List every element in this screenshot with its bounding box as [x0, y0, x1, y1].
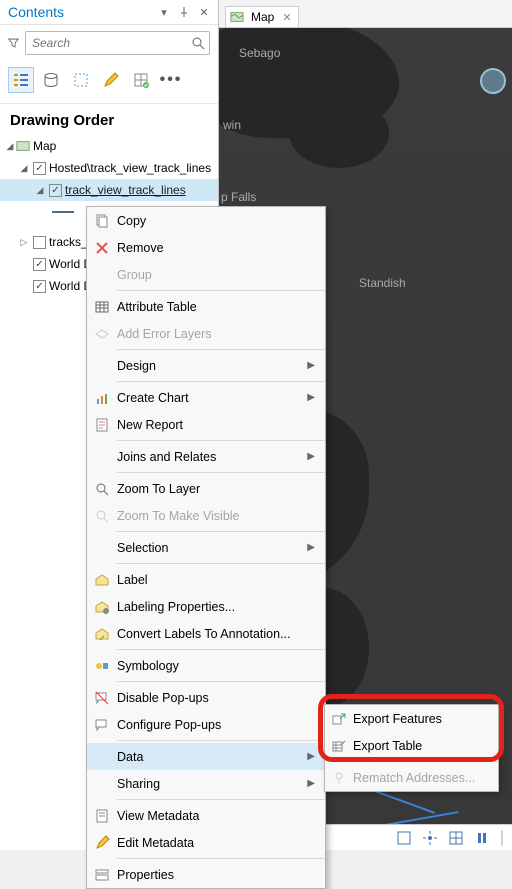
- list-by-drawing-order[interactable]: [8, 67, 34, 93]
- section-title: Drawing Order: [0, 104, 218, 135]
- ctx-new-report[interactable]: New Report: [87, 411, 325, 438]
- ctx-properties[interactable]: Properties: [87, 861, 325, 888]
- ctx-group: Group: [87, 261, 325, 288]
- ctx-symbology[interactable]: Symbology: [87, 652, 325, 679]
- tree-label: Hosted\track_view_track_lines: [49, 161, 211, 175]
- ctx-design[interactable]: Design▶: [87, 352, 325, 379]
- panel-header: Contents ▾ ✕: [0, 0, 218, 25]
- ctx-sharing[interactable]: Sharing▶: [87, 770, 325, 797]
- panel-title: Contents: [8, 4, 152, 20]
- tree-selected-layer[interactable]: ◢ track_view_track_lines: [0, 179, 218, 201]
- pin-icon[interactable]: [176, 4, 192, 20]
- view-toolbar: •••: [0, 61, 218, 104]
- tree-map[interactable]: ◢ Map: [0, 135, 218, 157]
- checkbox[interactable]: [33, 236, 46, 249]
- search-icon[interactable]: [191, 36, 205, 50]
- map-label-standish: Standish: [359, 276, 406, 290]
- ctx-configure-popups[interactable]: Configure Pop-ups: [87, 711, 325, 738]
- ctx-label[interactable]: Label: [87, 566, 325, 593]
- ctx-create-chart[interactable]: Create Chart▶: [87, 384, 325, 411]
- ctx-view-meta[interactable]: View Metadata: [87, 802, 325, 829]
- tree-hosted[interactable]: ◢ Hosted\track_view_track_lines: [0, 157, 218, 179]
- list-by-editing[interactable]: [98, 67, 124, 93]
- ctx-disable-popups[interactable]: Disable Pop-ups: [87, 684, 325, 711]
- grid-icon[interactable]: [448, 830, 464, 846]
- ctx-remove[interactable]: Remove: [87, 234, 325, 261]
- tab-bar: Map ✕: [219, 0, 512, 28]
- ctx-labeling-props[interactable]: Labeling Properties...: [87, 593, 325, 620]
- sub-rematch: Rematch Addresses...: [325, 764, 498, 791]
- ctx-zoom-layer[interactable]: Zoom To Layer: [87, 475, 325, 502]
- map-icon: [230, 10, 244, 24]
- data-submenu: Export Features Export Table Rematch Add…: [324, 704, 499, 792]
- search-input[interactable]: [25, 31, 210, 55]
- map-tab-label: Map: [251, 10, 274, 24]
- ctx-add-error: Add Error Layers: [87, 320, 325, 347]
- map-icon: [16, 139, 30, 153]
- map-tab[interactable]: Map ✕: [225, 6, 299, 27]
- map-label-sebago: Sebago: [239, 46, 280, 60]
- sub-export-table[interactable]: Export Table: [325, 732, 498, 759]
- tree-label: track_view_track_lines: [65, 183, 186, 197]
- list-by-snapping[interactable]: [128, 67, 154, 93]
- context-menu: Copy Remove Group Attribute Table Add Er…: [86, 206, 326, 889]
- tree-label: Map: [33, 139, 56, 153]
- checkbox[interactable]: [33, 258, 46, 271]
- ctx-convert-labels[interactable]: Convert Labels To Annotation...: [87, 620, 325, 647]
- navigator-widget[interactable]: [480, 68, 506, 94]
- checkbox[interactable]: [33, 280, 46, 293]
- select-tool-icon[interactable]: [396, 830, 412, 846]
- dropdown-icon[interactable]: ▾: [156, 4, 172, 20]
- line-symbol: [52, 211, 74, 213]
- search-row: [0, 25, 218, 61]
- pause-icon[interactable]: [474, 830, 490, 846]
- map-label-falls: p Falls: [221, 190, 256, 204]
- filter-icon[interactable]: [8, 36, 19, 50]
- ctx-edit-meta[interactable]: Edit Metadata: [87, 829, 325, 856]
- sub-export-features[interactable]: Export Features: [325, 705, 498, 732]
- checkbox[interactable]: [49, 184, 62, 197]
- list-by-source[interactable]: [38, 67, 64, 93]
- ctx-attribute-table[interactable]: Attribute Table: [87, 293, 325, 320]
- close-icon[interactable]: ✕: [282, 11, 291, 24]
- checkbox[interactable]: [33, 162, 46, 175]
- list-by-selection[interactable]: [68, 67, 94, 93]
- search-field[interactable]: [30, 35, 191, 51]
- close-icon[interactable]: ✕: [196, 4, 212, 20]
- ctx-selection[interactable]: Selection▶: [87, 534, 325, 561]
- ctx-copy[interactable]: Copy: [87, 207, 325, 234]
- snapping-icon[interactable]: [422, 830, 438, 846]
- ctx-joins[interactable]: Joins and Relates▶: [87, 443, 325, 470]
- ctx-zoom-visible: Zoom To Make Visible: [87, 502, 325, 529]
- map-label-win: win: [223, 118, 241, 132]
- ctx-data[interactable]: Data▶: [87, 743, 325, 770]
- more-icon[interactable]: •••: [158, 67, 184, 93]
